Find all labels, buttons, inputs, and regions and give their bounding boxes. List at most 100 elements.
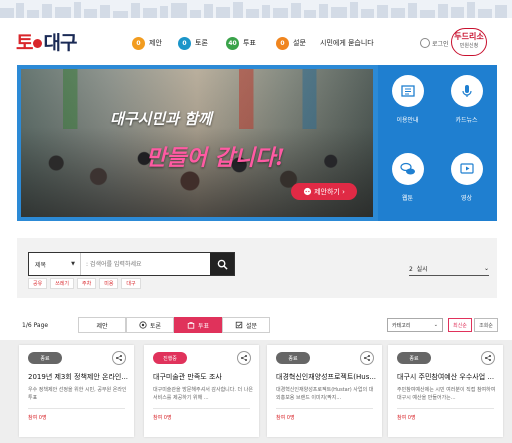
nav-vote-count: 40 [226,36,239,50]
card-participants: 참여 0명 [276,415,295,421]
card-participants: 참여 0명 [397,415,416,421]
complaint-subtitle: 민원신청 [459,43,479,49]
sort-views-button[interactable]: 조회순 [474,318,498,332]
quick-links-panel: 이용안내 카드뉴스 웹툰 영상 [378,65,497,221]
card-title: 대구미술관 만족도 조사 [153,373,222,381]
card-description: 주민참여예산제는 시민 여러분이 직접 참여하여 대구시 예산을 만들어가는..… [397,387,496,401]
quick-link-guide[interactable]: 이용안내 [378,65,437,143]
video-icon [450,153,483,185]
category-select-label: 카테고리 [392,322,411,329]
vote-icon [187,322,195,329]
status-badge: 종료 [276,352,310,364]
search-tag[interactable]: 대구 [121,278,141,289]
card-description: 대구미술관을 방문해주셔서 감사합니다. 더 나은 서비스를 제공하기 위해 .… [153,387,253,401]
tab-debate-label: 토론 [149,322,162,330]
share-icon[interactable] [360,351,374,365]
guide-icon [391,75,424,107]
tab-vote[interactable]: 투표 [174,317,222,333]
search-tag[interactable]: 쓰레기 [50,278,75,289]
login-link[interactable]: 로그인 [420,38,449,48]
card-divider [397,408,494,409]
card-title: 대경혁신인재양성프로젝트(Hus... [276,373,376,381]
nav-survey-label: 설문 [293,39,306,47]
status-badge: 진행중 [153,352,187,364]
proposal-button[interactable]: 제안하기 › [291,183,357,200]
vote-card[interactable]: 종료 2019년 제3회 정책제안 온라인... 우수 정책제안 선정을 위한 … [19,345,134,437]
quick-link-guide-label: 이용안내 [396,117,419,124]
status-badge: 종료 [28,352,62,364]
logo-text-b: 대구 [43,32,77,54]
debate-icon [139,321,147,329]
share-icon[interactable] [237,351,251,365]
vote-card[interactable]: 종료 대경혁신인재양성프로젝트(Hus... 대경혁신인재양성프로젝트(Hust… [267,345,382,437]
nav-vote[interactable]: 40 투표 [226,36,256,50]
login-label: 로그인 [432,40,449,48]
tab-proposal-label: 제안 [96,322,108,330]
tab-survey-label: 설문 [245,322,258,330]
nav-ask-citizens[interactable]: 시민에게 묻습니다 [320,36,374,50]
quick-link-webtoon-label: 웹툰 [401,195,414,202]
tab-survey[interactable]: 설문 [222,317,270,333]
card-participants: 참여 0명 [153,415,172,421]
search-tag[interactable]: 미용 [99,278,119,289]
card-participants: 참여 0명 [28,415,47,421]
complaint-title: 두드리소 [454,32,484,41]
hero-slogan-line2: 만들어 갑니다! [146,145,285,171]
nav-debate-count: 0 [178,36,191,50]
card-description: 대경혁신인재양성프로젝트(Hustar) 사업의 대외홍보용 브랜드 이미지(짝… [276,387,374,401]
nav-proposal-count: 0 [132,36,145,50]
chat-icon [303,187,312,196]
search-tag[interactable]: 공유 [28,278,48,289]
share-icon[interactable] [481,351,495,365]
tab-vote-label: 투표 [197,322,210,330]
quick-link-card-news-label: 카드뉴스 [455,117,478,124]
nav-survey-count: 0 [276,36,289,50]
card-news-icon [450,75,483,107]
site-logo[interactable]: 토 대구 [16,28,77,55]
logo-bubble-icon [33,39,43,48]
nav-survey[interactable]: 0 설문 [276,36,306,50]
vote-card[interactable]: 종료 대구시 주민참여예산 우수사업 ... 주민참여예산제는 시민 여러분이 … [388,345,503,437]
webtoon-icon [391,153,424,185]
tab-debate[interactable]: 토론 [126,317,174,333]
quick-link-video-label: 영상 [460,195,473,202]
search-button[interactable] [210,253,234,275]
nav-proposal[interactable]: 0 제안 [132,36,162,50]
chevron-down-icon: ⌄ [483,265,489,272]
vote-card[interactable]: 진행중 대구미술관 만족도 조사 대구미술관을 방문해주셔서 감사합니다. 더 … [144,345,259,437]
proposal-button-label: 제안하기 › [314,187,345,196]
complaint-button[interactable]: 두드리소 민원신청 [451,28,487,56]
survey-icon [235,321,243,329]
share-icon[interactable] [112,351,126,365]
nav-debate-label: 토론 [195,39,208,47]
quick-link-video[interactable]: 영상 [437,143,496,221]
hero-slogan-line1: 대구시민과 함께 [110,110,212,128]
status-select[interactable]: 2 실시 ⌄ [409,262,489,276]
search-icon [217,259,228,270]
category-select[interactable]: 카테고리 ⌄ [387,318,443,332]
search-category-select[interactable]: 제목 ▼ [29,253,81,275]
card-divider [153,408,250,409]
nav-debate[interactable]: 0 토론 [178,36,208,50]
status-badge: 종료 [397,352,431,364]
search-input[interactable] [81,253,210,275]
status-select-label: 실시 [416,266,428,273]
search-tag[interactable]: 주차 [77,278,97,289]
page-info: 1/6 Page [22,322,49,329]
card-description: 우수 정책제안 선정을 위한 시민, 공무원 온라인 투표 [28,387,127,401]
sort-latest-button[interactable]: 최신순 [448,318,472,332]
tab-proposal[interactable]: 제안 [78,317,126,333]
logo-text-a: 토 [16,32,34,54]
card-divider [276,408,373,409]
nav-proposal-label: 제안 [149,39,162,47]
caret-down-icon: ▼ [71,261,75,267]
lock-icon [420,38,430,48]
search-box: 제목 ▼ [28,252,235,276]
card-title: 대구시 주민참여예산 우수사업 ... [397,373,495,381]
quick-link-webtoon[interactable]: 웹툰 [378,143,437,221]
nav-vote-label: 투표 [243,39,256,47]
search-tags: 공유 쓰레기 주차 미용 대구 [28,278,141,289]
search-category-label: 제목 [35,261,47,269]
skyline-decoration [0,0,512,18]
quick-link-card-news[interactable]: 카드뉴스 [437,65,496,143]
